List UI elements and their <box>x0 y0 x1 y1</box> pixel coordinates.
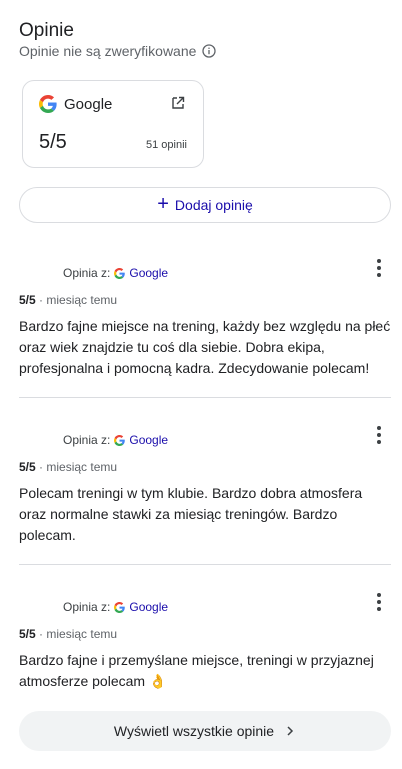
review-count: 51 opinii <box>146 139 187 151</box>
google-logo-icon <box>114 267 126 279</box>
review-source-line: Opinia z: Google <box>63 600 168 614</box>
google-logo-icon <box>39 95 57 113</box>
section-title: Opinie <box>19 20 74 41</box>
google-logo-icon <box>114 601 126 613</box>
google-logo-icon <box>114 434 126 446</box>
review-rating-line: 5/5 · miesiąc temu <box>19 627 117 641</box>
plus-icon: + <box>157 193 169 215</box>
review-text: Bardzo fajne i przemyślane miejsce, tren… <box>19 652 374 689</box>
review-source-prefix: Opinia z: <box>63 600 111 614</box>
average-score: 5/5 <box>39 131 67 153</box>
source-name: Google <box>64 96 113 113</box>
external-link-icon[interactable] <box>171 96 185 110</box>
verification-note-text: Opinie nie są zweryfikowane <box>19 43 197 59</box>
review-time: · miesiąc temu <box>35 627 118 641</box>
show-all-reviews-button[interactable]: Wyświetl wszystkie opinie <box>19 711 391 751</box>
review-time: · miesiąc temu <box>35 293 118 307</box>
info-icon[interactable] <box>202 44 217 58</box>
review-text: Polecam treningi w tym klubie. Bardzo do… <box>19 485 363 543</box>
add-review-label: Dodaj opinię <box>174 197 253 213</box>
review-source-line: Opinia z: Google <box>63 433 168 447</box>
review-rating: 5/5 <box>19 627 36 641</box>
show-all-label: Wyświetl wszystkie opinie <box>113 723 275 739</box>
add-review-button[interactable]: + Dodaj opinię <box>19 187 391 223</box>
review-rating-line: 5/5 · miesiąc temu <box>19 293 117 307</box>
more-vert-icon[interactable] <box>375 592 383 612</box>
review-source-prefix: Opinia z: <box>63 266 111 280</box>
review-time: · miesiąc temu <box>35 460 118 474</box>
review-rating: 5/5 <box>19 460 36 474</box>
verification-note: Opinie nie są zweryfikowane <box>19 43 217 59</box>
review-rating-line: 5/5 · miesiąc temu <box>19 460 117 474</box>
divider <box>19 397 391 398</box>
review-source-link[interactable]: Google <box>129 600 168 614</box>
review-source-line: Opinia z: Google <box>63 266 168 280</box>
more-vert-icon[interactable] <box>375 425 383 445</box>
review-rating: 5/5 <box>19 293 36 307</box>
review-source-link[interactable]: Google <box>129 433 168 447</box>
divider <box>19 564 391 565</box>
review-source-link[interactable]: Google <box>129 266 168 280</box>
more-vert-icon[interactable] <box>375 258 383 278</box>
review-text: Bardzo fajne miejsce na trening, każdy b… <box>19 318 391 376</box>
review-source-prefix: Opinia z: <box>63 433 111 447</box>
chevron-right-icon <box>287 726 294 736</box>
review-source-card[interactable]: Google 5/5 51 opinii <box>22 80 204 168</box>
